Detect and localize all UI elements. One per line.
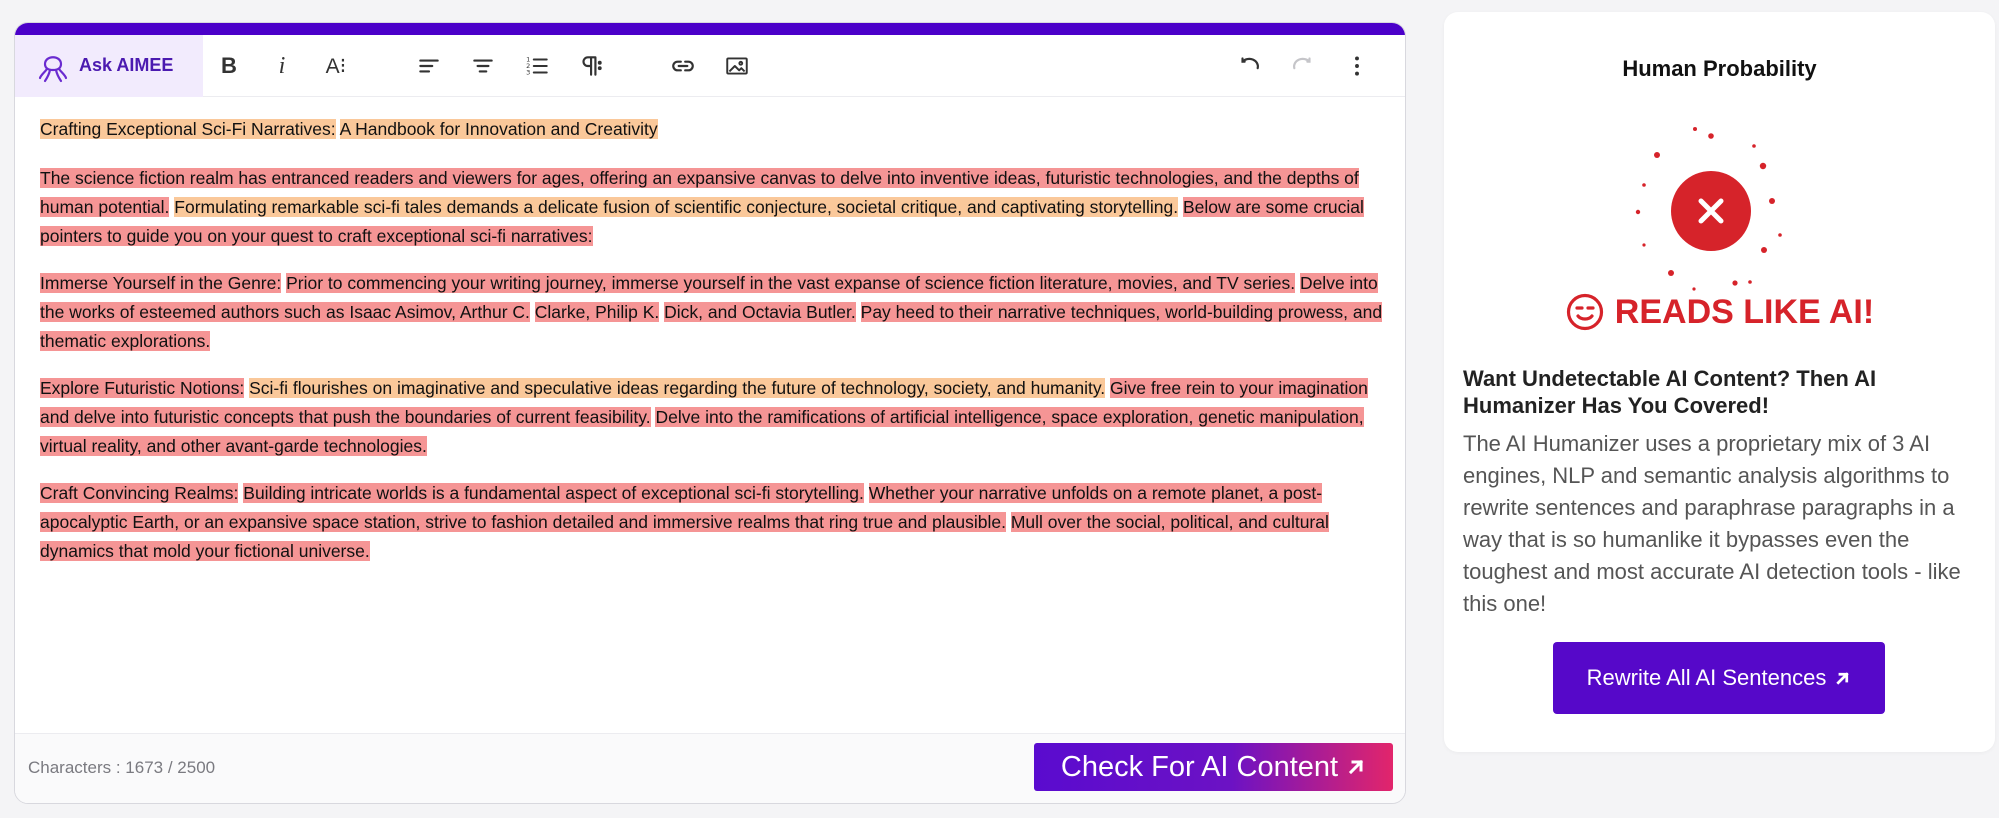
highlighted-sentence-red: Building intricate worlds is a fundament…: [243, 483, 864, 503]
align-left-button[interactable]: [409, 46, 449, 86]
highlighted-sentence-red: Dick, and Octavia Butler.: [664, 302, 856, 322]
highlighted-sentence-red: Clarke, Philip K.: [534, 302, 660, 322]
octopus-icon: [38, 55, 68, 82]
bold-glyph: B: [221, 53, 237, 78]
align-left-icon: [419, 59, 439, 73]
arrow-up-right-icon: [1346, 757, 1366, 777]
align-center-button[interactable]: [463, 46, 503, 86]
editor-toolbar: Ask AIMEE B i A⁝ 123: [15, 34, 1405, 97]
more-vertical-icon: [1355, 56, 1359, 76]
ordered-list-button[interactable]: 123: [517, 46, 557, 86]
highlighted-sentence-orange: A Handbook for Innovation and Creativity: [339, 119, 658, 139]
rewrite-label: Rewrite All AI Sentences: [1586, 665, 1827, 690]
editor-paragraph: Immerse Yourself in the Genre: Prior to …: [40, 269, 1390, 356]
verdict-label: READS LIKE AI!: [1614, 292, 1875, 331]
editor-paragraph: The science fiction realm has entranced …: [40, 164, 1390, 251]
redo-button[interactable]: [1283, 46, 1323, 86]
highlighted-sentence-red: Craft Convincing Realms:: [40, 483, 239, 503]
highlighted-sentence-orange: Formulating remarkable sci-fi tales dema…: [174, 197, 1179, 217]
ask-aimee-button[interactable]: Ask AIMEE: [15, 34, 203, 97]
humanizer-description: The AI Humanizer uses a proprietary mix …: [1463, 431, 1961, 616]
highlighted-sentence-orange: Crafting Exceptional Sci-Fi Narratives:: [40, 119, 336, 139]
humanizer-heading: Want Undetectable AI Content? Then AI Hu…: [1463, 366, 1877, 418]
highlighted-sentence-red: Prior to commencing your writing journey…: [286, 273, 1296, 293]
verdict-row: READS LIKE AI!: [1444, 292, 1995, 332]
human-probability-panel: Human Probability READS LIKE AI! Want Un…: [1444, 12, 1995, 752]
svg-text:3: 3: [526, 69, 530, 77]
editor-paragraph: Explore Futuristic Notions: Sci-fi flour…: [40, 374, 1390, 461]
highlighted-sentence-red: Immerse Yourself in the Genre:: [40, 273, 282, 293]
align-center-icon: [473, 59, 493, 73]
text-editor: Ask AIMEE B i A⁝ 123 Crafting Exceptiona…: [14, 22, 1406, 804]
ordered-list-icon: 123: [526, 56, 548, 77]
editor-paragraph: Craft Convincing Realms: Building intric…: [40, 479, 1390, 566]
text-spacer: [856, 302, 861, 322]
arrow-up-right-icon: [1834, 670, 1851, 687]
italic-button[interactable]: i: [262, 46, 302, 86]
font-size-button[interactable]: A⁝: [316, 46, 356, 86]
editor-paragraph: Crafting Exceptional Sci-Fi Narratives: …: [40, 115, 1390, 144]
paragraph-format-button[interactable]: [570, 46, 610, 86]
highlighted-sentence-orange: Sci-fi flourishes on imaginative and spe…: [249, 378, 1106, 398]
undo-button[interactable]: [1229, 46, 1269, 86]
ask-aimee-label: Ask AIMEE: [79, 55, 174, 75]
check-ai-content-button[interactable]: Check For AI Content: [1034, 743, 1393, 791]
insert-image-button[interactable]: [717, 46, 757, 86]
link-icon: [672, 60, 694, 72]
editor-content[interactable]: Crafting Exceptional Sci-Fi Narratives: …: [40, 115, 1390, 584]
text-spacer: [336, 119, 340, 139]
ai-result-indicator: [1635, 127, 1782, 291]
font-size-glyph: A⁝: [325, 54, 347, 78]
character-count: Characters : 1673 / 2500: [28, 758, 216, 777]
insert-link-button[interactable]: [663, 46, 703, 86]
panel-title: Human Probability: [1622, 56, 1817, 81]
more-options-button[interactable]: [1337, 46, 1377, 86]
bold-button[interactable]: B: [209, 46, 249, 86]
undo-icon: [1241, 57, 1259, 70]
highlighted-sentence-red: Explore Futuristic Notions:: [40, 378, 245, 398]
editor-footer: Characters : 1673 / 2500 Check For AI Co…: [15, 733, 1405, 803]
editor-accent-bar: [15, 23, 1405, 35]
rewrite-ai-sentences-button[interactable]: Rewrite All AI Sentences: [1553, 642, 1885, 714]
redo-icon: [1293, 57, 1311, 70]
robot-face-icon: [1566, 293, 1603, 331]
italic-glyph: i: [278, 52, 286, 79]
check-ai-content-label: Check For AI Content: [1060, 750, 1339, 783]
paragraph-icon: [582, 56, 602, 76]
image-icon: [726, 57, 748, 75]
